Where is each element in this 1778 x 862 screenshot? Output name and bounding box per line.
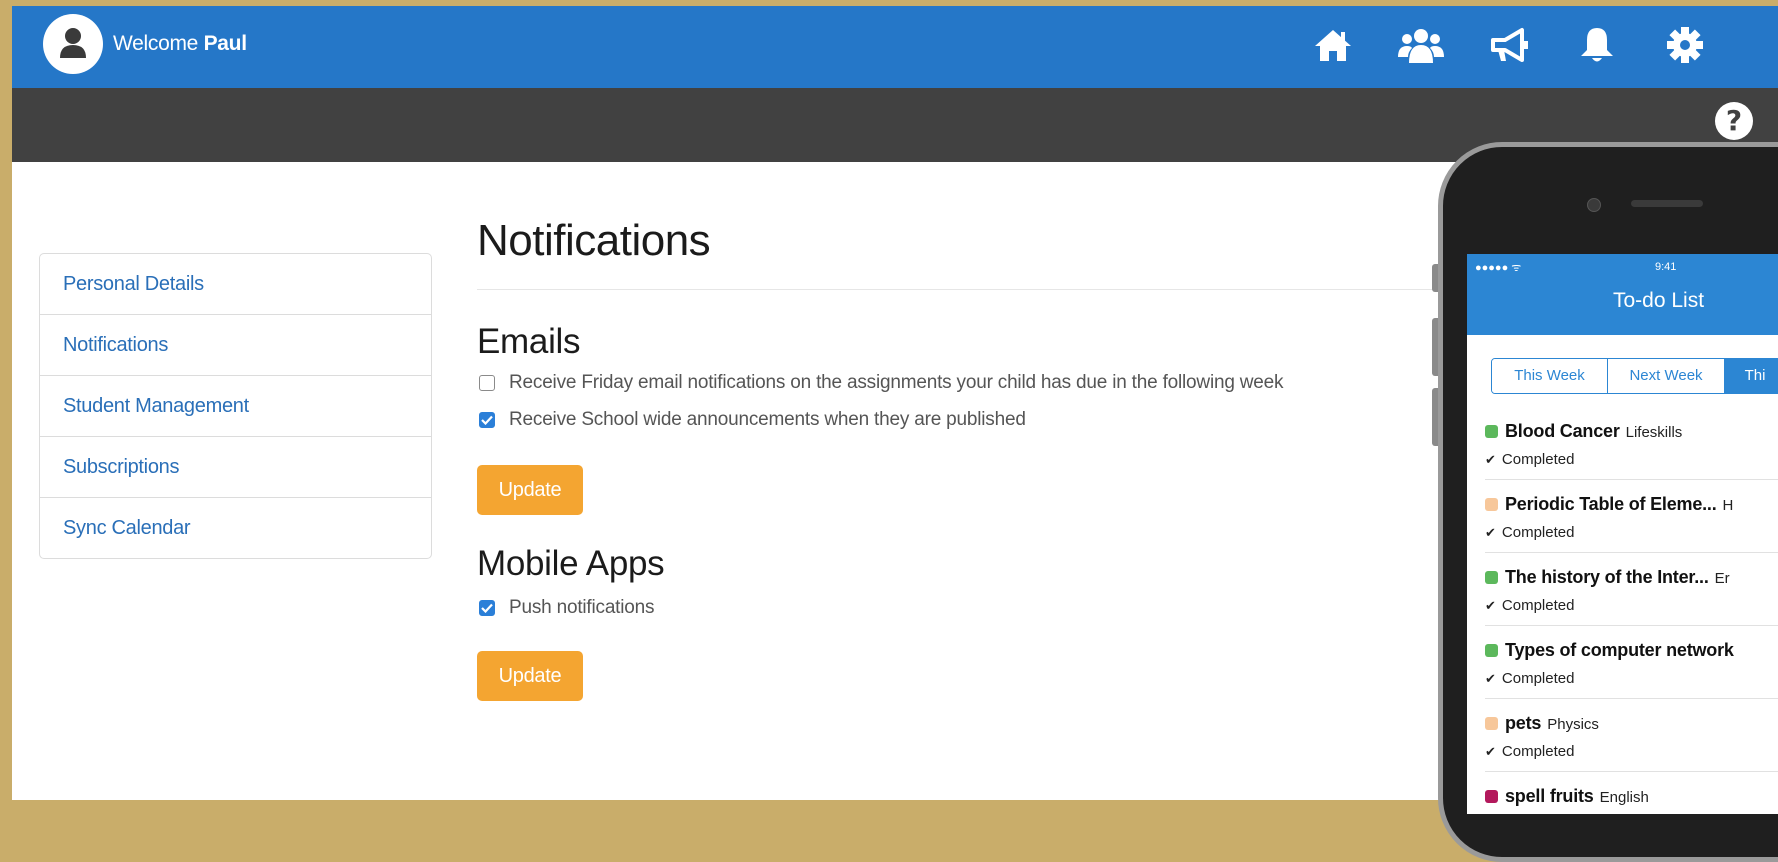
subject-color-dot (1485, 571, 1498, 584)
sidebar-item-student-management[interactable]: Student Management (40, 376, 431, 437)
subject-color-dot (1485, 644, 1498, 657)
todo-item[interactable]: Blood Cancer Lifeskills ✔ Completed (1485, 407, 1778, 480)
subject-color-dot (1485, 425, 1498, 438)
subject-color-dot (1485, 498, 1498, 511)
user-icon (60, 28, 86, 58)
phone-speaker (1631, 200, 1703, 207)
todo-subject: Physics (1547, 716, 1599, 733)
segment-this-week[interactable]: This Week (1492, 359, 1608, 393)
title-divider (477, 289, 1457, 290)
users-icon[interactable] (1398, 22, 1444, 68)
avatar[interactable] (43, 14, 103, 74)
todo-status: Completed (1501, 597, 1575, 614)
todo-name: Periodic Table of Eleme... (1505, 494, 1717, 514)
page-title: Notifications (477, 216, 711, 265)
todo-item[interactable]: spell fruits English (1485, 772, 1778, 814)
todo-subject: English (1599, 789, 1649, 806)
sidebar-item-notifications[interactable]: Notifications (40, 315, 431, 376)
status-signal: ●●●●● ᯤ (1475, 262, 1522, 274)
emails-update-button[interactable]: Update (477, 465, 583, 515)
subject-color-dot (1485, 790, 1498, 803)
todo-name: Types of computer network (1505, 640, 1734, 660)
main-content: Notifications Emails Receive Friday emai… (477, 206, 1457, 701)
help-icon[interactable]: ? (1715, 102, 1753, 140)
bell-icon[interactable] (1574, 22, 1620, 68)
todo-list: Blood Cancer Lifeskills ✔ Completed Period… (1467, 407, 1778, 814)
todo-item[interactable]: pets Physics ✔ Completed (1485, 699, 1778, 772)
settings-sidebar: Personal Details Notifications Student M… (39, 253, 432, 559)
todo-item[interactable]: Types of computer network ✔ Completed (1485, 626, 1778, 699)
phone-camera (1587, 198, 1601, 212)
welcome-prefix: Welcome (113, 32, 199, 55)
phone-screen: ●●●●● ᯤ 9:41 To-do List This Week Next W… (1467, 254, 1778, 814)
gear-icon[interactable] (1662, 22, 1708, 68)
check-icon: ✔ (1485, 526, 1496, 541)
todo-subject: Lifeskills (1625, 424, 1683, 441)
push-notifications-option[interactable]: Push notifications (477, 589, 1457, 626)
todo-name: spell fruits (1505, 786, 1594, 806)
sidebar-item-subscriptions[interactable]: Subscriptions (40, 437, 431, 498)
mobile-apps-heading: Mobile Apps (477, 544, 665, 583)
segment-next-week[interactable]: Next Week (1608, 359, 1725, 393)
status-time: 9:41 (1655, 261, 1677, 273)
phone-title: To-do List (1613, 289, 1705, 312)
week-segmented-control: This Week Next Week Thi (1491, 358, 1778, 394)
todo-subject: Er (1714, 570, 1730, 587)
checkmark-icon (481, 603, 493, 613)
push-notifications-label: Push notifications (509, 596, 655, 618)
user-name: Paul (203, 32, 247, 55)
subject-color-dot (1485, 717, 1498, 730)
top-nav (1310, 22, 1708, 68)
push-notifications-checkbox[interactable] (479, 599, 495, 616)
home-icon[interactable] (1310, 22, 1356, 68)
checkmark-icon (481, 415, 493, 425)
announcements-checkbox[interactable] (479, 411, 495, 428)
todo-subject: H (1722, 497, 1734, 514)
phone-header: ●●●●● ᯤ 9:41 To-do List (1467, 254, 1778, 335)
announcements-label: Receive School wide announcements when t… (509, 408, 1026, 430)
todo-item[interactable]: The history of the Inter... Er ✔ Completed (1485, 553, 1778, 626)
todo-item[interactable]: Periodic Table of Eleme... H ✔ Completed (1485, 480, 1778, 553)
friday-email-label: Receive Friday email notifications on th… (509, 371, 1284, 393)
segment-third[interactable]: Thi (1725, 359, 1778, 393)
email-option-announcements[interactable]: Receive School wide announcements when t… (477, 401, 1457, 438)
check-icon: ✔ (1485, 453, 1496, 468)
todo-name: Blood Cancer (1505, 421, 1620, 441)
emails-heading: Emails (477, 322, 581, 361)
todo-status: Completed (1501, 743, 1575, 760)
welcome-text: Welcome Paul (113, 32, 247, 56)
check-icon: ✔ (1485, 672, 1496, 687)
check-icon: ✔ (1485, 599, 1496, 614)
todo-name: pets (1505, 713, 1542, 733)
check-icon: ✔ (1485, 745, 1496, 760)
email-option-friday[interactable]: Receive Friday email notifications on th… (477, 364, 1457, 401)
sidebar-item-sync-calendar[interactable]: Sync Calendar (40, 498, 431, 558)
megaphone-icon[interactable] (1486, 22, 1532, 68)
todo-status: Completed (1501, 524, 1575, 541)
todo-status: Completed (1501, 451, 1575, 468)
todo-name: The history of the Inter... (1505, 567, 1709, 587)
sidebar-item-personal-details[interactable]: Personal Details (40, 254, 431, 315)
mobile-update-button[interactable]: Update (477, 651, 583, 701)
todo-status: Completed (1501, 670, 1575, 687)
top-bar: Welcome Paul (12, 6, 1778, 88)
friday-email-checkbox[interactable] (479, 374, 495, 391)
